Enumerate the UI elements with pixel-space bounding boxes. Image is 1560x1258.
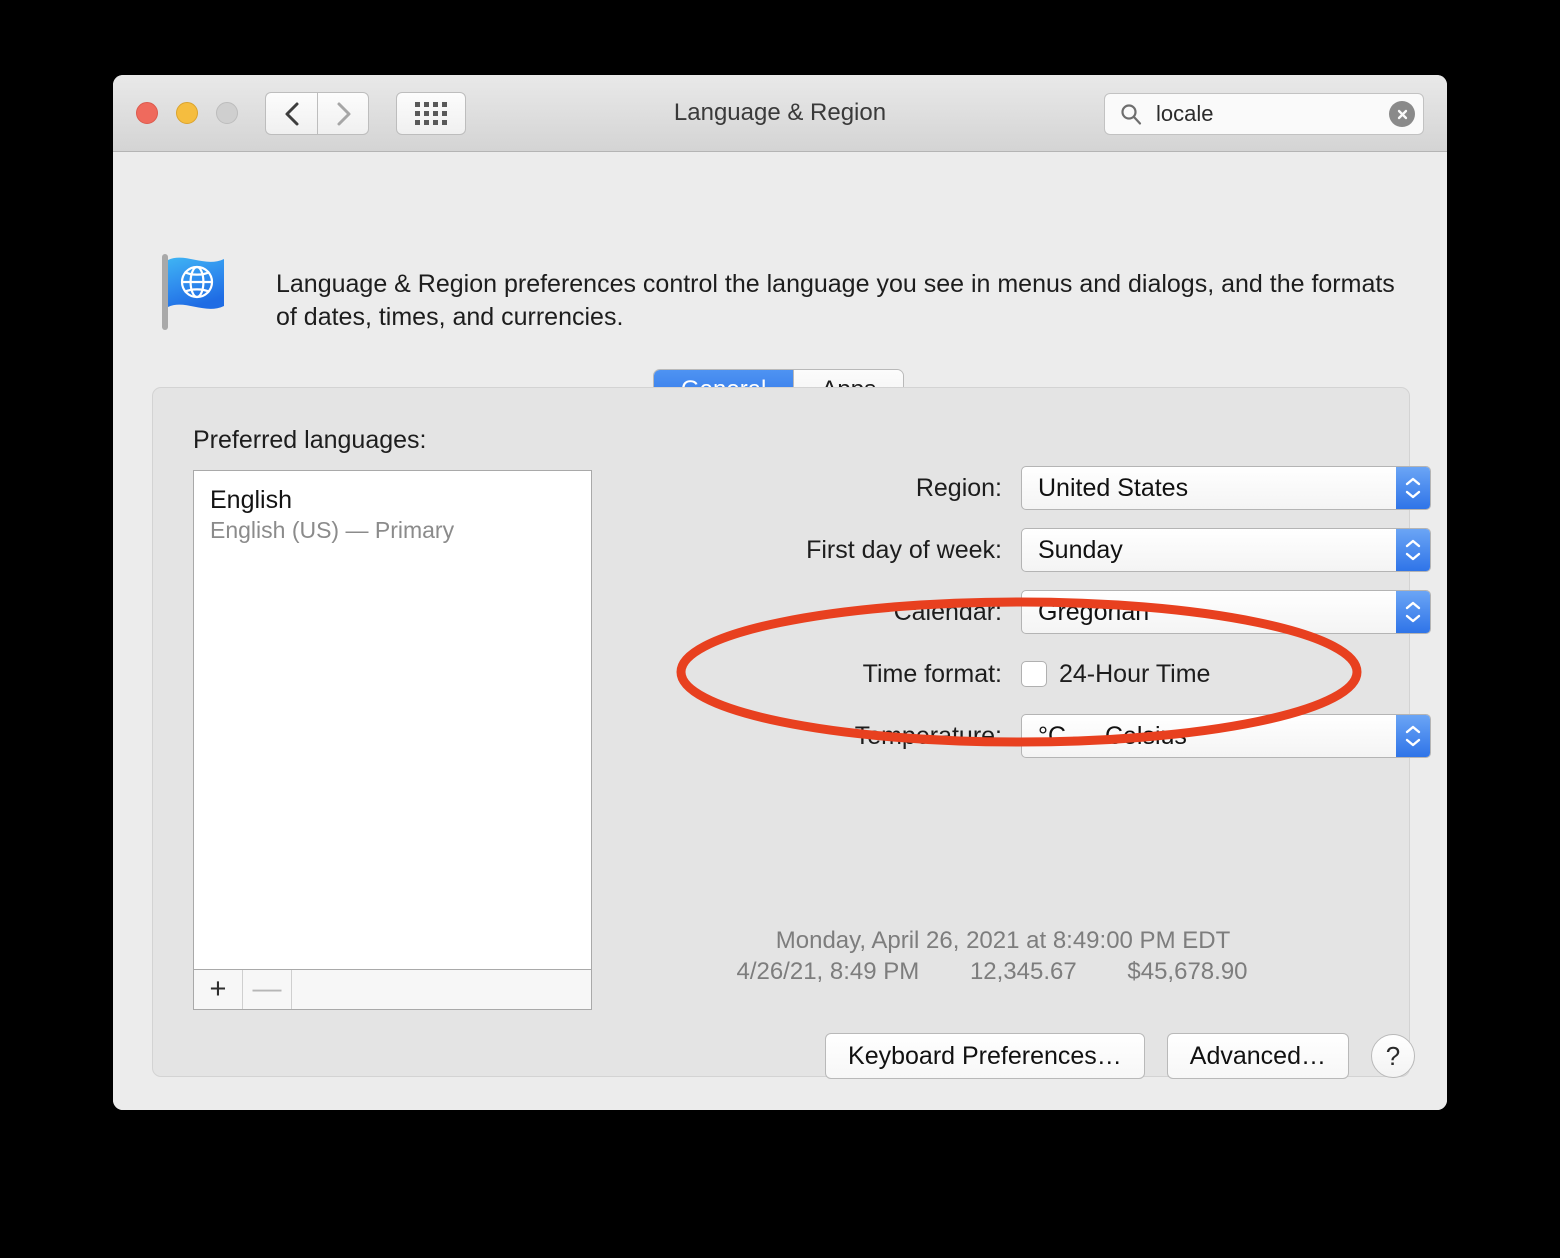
form-row-first-day: First day of week: Sunday	[653, 528, 1431, 572]
language-detail: English (US) — Primary	[210, 517, 455, 544]
intro-description: Language & Region preferences control th…	[276, 270, 1395, 332]
language-list-toolbar: + —	[193, 970, 592, 1010]
remove-language-button: —	[243, 970, 292, 1009]
preview-long-date: Monday, April 26, 2021 at 8:49:00 PM EDT	[775, 927, 1231, 954]
footer-button-group: Keyboard Preferences… Advanced… ?	[825, 1033, 1415, 1079]
24-hour-time-label: 24-Hour Time	[1059, 659, 1211, 688]
form-row-time-format: Time format: 24-Hour Time	[653, 652, 1431, 696]
24-hour-time-checkbox[interactable]	[1021, 661, 1047, 687]
calendar-select[interactable]: Gregorian	[1021, 590, 1431, 634]
temperature-select[interactable]: °C — Celsius	[1021, 714, 1431, 758]
temperature-value: °C — Celsius	[1038, 721, 1187, 750]
calendar-label: Calendar:	[893, 597, 1002, 626]
chevron-updown-icon[interactable]	[1396, 715, 1430, 757]
form-row-region: Region: United States	[653, 466, 1431, 510]
first-day-of-week-select[interactable]: Sunday	[1021, 528, 1431, 572]
region-settings-form: Region: United States First day of week:…	[653, 466, 1431, 776]
language-name: English	[210, 486, 292, 514]
add-language-button[interactable]: +	[194, 970, 243, 1009]
24-hour-time-checkbox-row[interactable]: 24-Hour Time	[1021, 660, 1210, 689]
chevron-updown-icon[interactable]	[1396, 591, 1430, 633]
keyboard-preferences-button[interactable]: Keyboard Preferences…	[825, 1033, 1145, 1079]
region-label: Region:	[915, 473, 1002, 502]
list-item[interactable]: English English (US) — Primary	[194, 471, 591, 546]
advanced-button[interactable]: Advanced…	[1166, 1033, 1349, 1079]
search-field[interactable]: locale	[1104, 93, 1424, 135]
form-row-calendar: Calendar: Gregorian	[653, 590, 1431, 634]
time-format-label: Time format:	[862, 659, 1002, 688]
first-day-of-week-label: First day of week:	[806, 535, 1002, 564]
search-icon	[1121, 104, 1142, 125]
chevron-updown-icon[interactable]	[1396, 467, 1430, 509]
calendar-value: Gregorian	[1038, 597, 1150, 626]
toolbar-filler	[292, 970, 591, 1009]
temperature-label: Temperature:	[854, 721, 1002, 750]
chevron-updown-icon[interactable]	[1396, 529, 1430, 571]
region-value: United States	[1038, 473, 1189, 502]
form-row-temperature: Temperature: °C — Celsius	[653, 714, 1431, 758]
format-preview: Monday, April 26, 2021 at 8:49:00 PM EDT…	[653, 926, 1353, 987]
preview-formats-line: 4/26/21, 8:49 PM 12,345.67 $45,678.90	[653, 957, 1353, 988]
help-button[interactable]: ?	[1371, 1034, 1415, 1078]
preview-currency: $45,678.90	[1127, 957, 1248, 985]
first-day-of-week-value: Sunday	[1038, 535, 1123, 564]
preferred-languages-list[interactable]: English English (US) — Primary	[193, 470, 592, 970]
general-settings-panel: Preferred languages: English English (US…	[152, 387, 1431, 1077]
flag-globe-icon	[162, 254, 224, 330]
preview-number: 12,345.67	[969, 957, 1077, 985]
preferences-content: Language & Region preferences control th…	[113, 152, 1447, 1110]
region-select[interactable]: United States	[1021, 466, 1431, 510]
system-preferences-window: Language & Region locale Language & Regi…	[113, 75, 1447, 1110]
clear-search-button[interactable]	[1389, 101, 1415, 127]
preview-short-date: 4/26/21, 8:49 PM	[736, 957, 920, 985]
window-titlebar: Language & Region locale	[113, 75, 1447, 152]
intro-section: Language & Region preferences control th…	[155, 254, 1406, 336]
close-icon	[1397, 109, 1407, 119]
search-input[interactable]: locale	[1156, 101, 1389, 127]
preferred-languages-label: Preferred languages:	[193, 426, 427, 454]
